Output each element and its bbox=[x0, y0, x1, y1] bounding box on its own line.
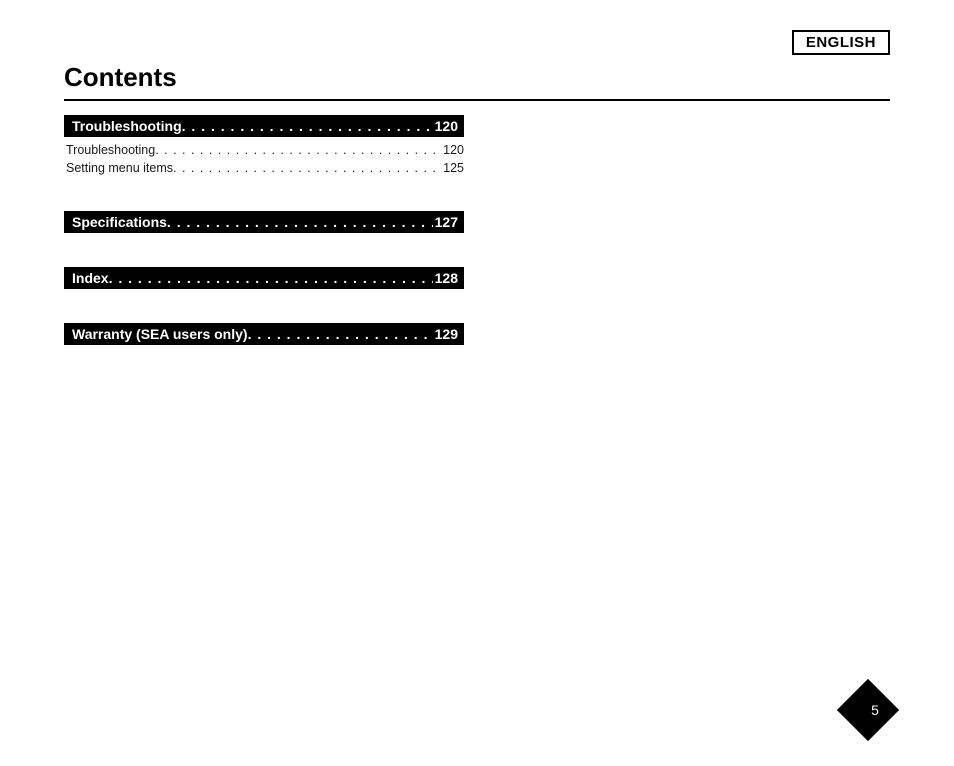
leader-dots: . . . . . . . . . . . . . . . . . . . . … bbox=[173, 159, 441, 177]
leader-dots: . . . . . . . . . . . . . . . . . . . . … bbox=[248, 326, 433, 342]
toc-sub-list: Troubleshooting . . . . . . . . . . . . … bbox=[64, 141, 464, 177]
leader-dots: . . . . . . . . . . . . . . . . . . . . … bbox=[182, 118, 433, 134]
toc-section-label: Troubleshooting bbox=[72, 118, 182, 134]
language-badge: ENGLISH bbox=[792, 30, 890, 55]
toc-section-label: Specifications bbox=[72, 214, 167, 230]
leader-dots: . . . . . . . . . . . . . . . . . . . . … bbox=[155, 141, 441, 159]
toc-sub-page: 120 bbox=[441, 141, 464, 159]
page-number-marker: 5 bbox=[846, 688, 890, 732]
section-gap bbox=[64, 233, 464, 267]
toc-sub-label: Setting menu items bbox=[66, 159, 173, 177]
language-label: ENGLISH bbox=[806, 34, 876, 51]
title-rule bbox=[64, 99, 890, 101]
toc-sub-page: 125 bbox=[441, 159, 464, 177]
toc-section-label: Index bbox=[72, 270, 109, 286]
page-title: Contents bbox=[64, 62, 890, 93]
page-number-wrap: 5 bbox=[846, 688, 890, 732]
toc-section-page: 129 bbox=[433, 326, 458, 342]
toc-section-bar: Warranty (SEA users only) . . . . . . . … bbox=[64, 323, 464, 345]
toc-section-bar: Index . . . . . . . . . . . . . . . . . … bbox=[64, 267, 464, 289]
toc-sub-item: Setting menu items . . . . . . . . . . .… bbox=[66, 159, 464, 177]
toc-column: Troubleshooting . . . . . . . . . . . . … bbox=[64, 115, 464, 345]
leader-dots: . . . . . . . . . . . . . . . . . . . . … bbox=[109, 270, 433, 286]
section-gap bbox=[64, 177, 464, 211]
page-container: ENGLISH Contents Troubleshooting . . . .… bbox=[0, 0, 954, 766]
section-gap bbox=[64, 289, 464, 323]
toc-section-page: 120 bbox=[433, 118, 458, 134]
toc-section-bar: Troubleshooting . . . . . . . . . . . . … bbox=[64, 115, 464, 137]
leader-dots: . . . . . . . . . . . . . . . . . . . . … bbox=[167, 214, 433, 230]
toc-section-page: 127 bbox=[433, 214, 458, 230]
toc-section-bar: Specifications . . . . . . . . . . . . .… bbox=[64, 211, 464, 233]
toc-sub-item: Troubleshooting . . . . . . . . . . . . … bbox=[66, 141, 464, 159]
toc-section-label: Warranty (SEA users only) bbox=[72, 326, 248, 342]
page-number: 5 bbox=[871, 702, 879, 718]
toc-section-page: 128 bbox=[433, 270, 458, 286]
toc-sub-label: Troubleshooting bbox=[66, 141, 155, 159]
